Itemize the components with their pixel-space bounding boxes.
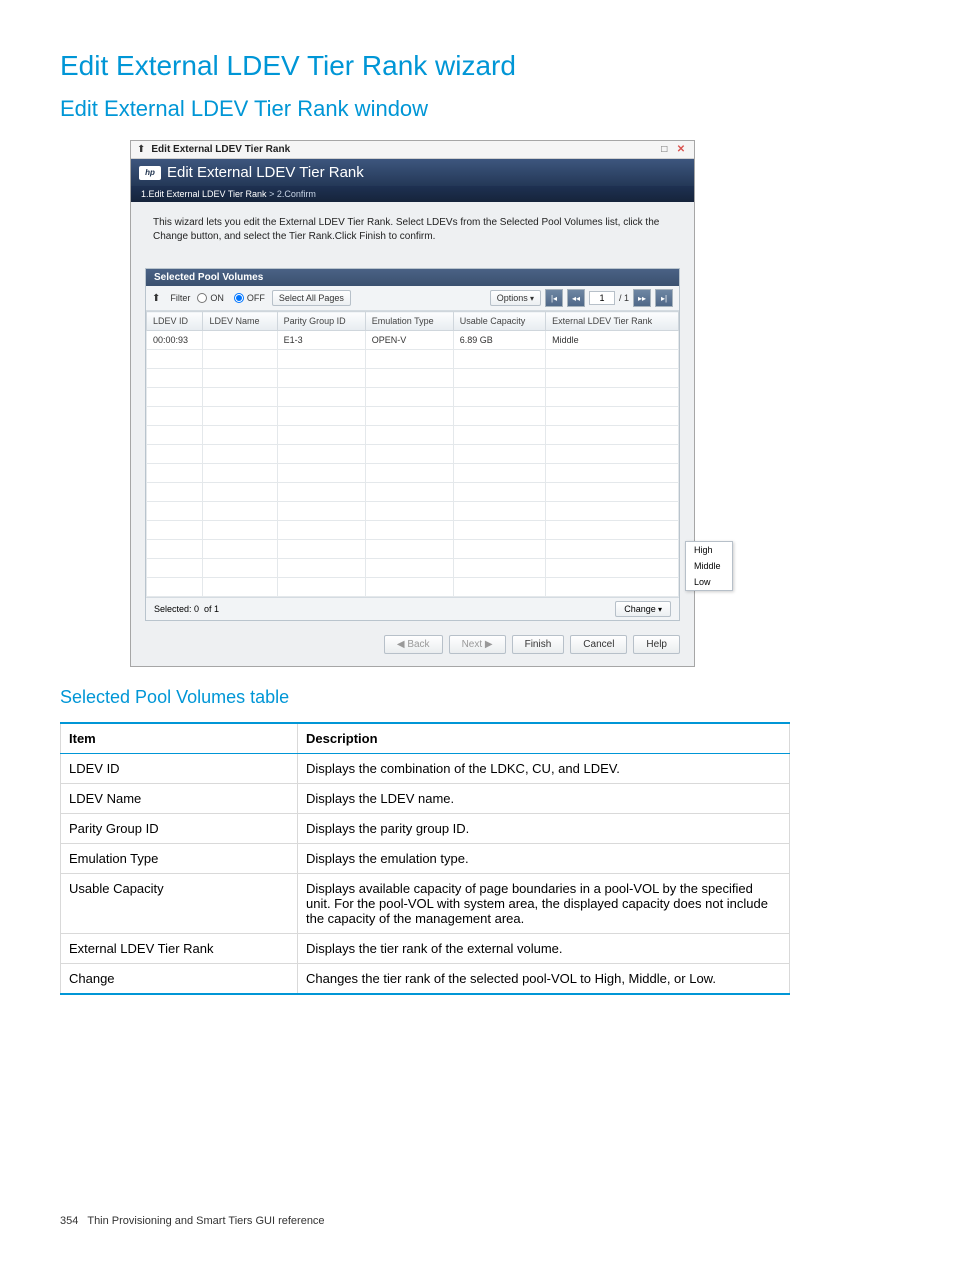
table-row <box>147 540 679 559</box>
cell-capacity: 6.89 GB <box>453 331 545 350</box>
page-footer: 354 Thin Provisioning and Smart Tiers GU… <box>60 1215 894 1227</box>
table-row <box>147 445 679 464</box>
next-button[interactable]: Next ▶ <box>449 635 506 654</box>
page-title-h2: Edit External LDEV Tier Rank window <box>60 96 894 122</box>
cell-pg-id: E1-3 <box>277 331 365 350</box>
page-first-icon[interactable]: |◂ <box>545 289 563 307</box>
desc-table-heading: Selected Pool Volumes table <box>60 687 894 708</box>
table-row[interactable]: 00:00:93 E1-3 OPEN-V 6.89 GB Middle <box>147 331 679 350</box>
col-ldev-id[interactable]: LDEV ID <box>147 312 203 331</box>
panel-title: Selected Pool Volumes <box>146 269 679 286</box>
table-row <box>147 426 679 445</box>
options-button[interactable]: Options <box>490 290 541 306</box>
page-prev-icon[interactable]: ◂◂ <box>567 289 585 307</box>
cell-emulation: OPEN-V <box>365 331 453 350</box>
step-active: 1.Edit External LDEV Tier Rank <box>141 189 267 199</box>
desc-col-description: Description <box>298 723 790 754</box>
table-row <box>147 521 679 540</box>
table-row: Emulation TypeDisplays the emulation typ… <box>61 844 790 874</box>
finish-button[interactable]: Finish <box>512 635 565 654</box>
page-title-h1: Edit External LDEV Tier Rank wizard <box>60 50 894 82</box>
col-tier-rank[interactable]: External LDEV Tier Rank <box>546 312 679 331</box>
selected-count: Selected: 0 <box>154 604 199 614</box>
panel-toolbar: ⬆ Filter ON OFF Select All Pages Options… <box>146 286 679 311</box>
change-menu-item-middle[interactable]: Middle <box>686 558 732 574</box>
wizard-window: ⬆ Edit External LDEV Tier Rank □ ✕ hp Ed… <box>130 140 695 667</box>
filter-off-radio[interactable]: OFF <box>234 293 265 303</box>
page-next-icon[interactable]: ▸▸ <box>633 289 651 307</box>
table-row: ChangeChanges the tier rank of the selec… <box>61 964 790 995</box>
selected-volumes-panel: Selected Pool Volumes ⬆ Filter ON OFF Se… <box>145 268 680 621</box>
table-row <box>147 559 679 578</box>
change-menu-item-high[interactable]: High <box>686 542 732 558</box>
wizard-header: hp Edit External LDEV Tier Rank <box>131 159 694 186</box>
cell-ldev-id: 00:00:93 <box>147 331 203 350</box>
selected-total: of 1 <box>204 604 219 614</box>
table-row <box>147 350 679 369</box>
table-row: Parity Group IDDisplays the parity group… <box>61 814 790 844</box>
table-row: Usable CapacityDisplays available capaci… <box>61 874 790 934</box>
table-row <box>147 502 679 521</box>
table-row <box>147 369 679 388</box>
hp-logo-icon: hp <box>139 166 161 180</box>
table-row: External LDEV Tier RankDisplays the tier… <box>61 934 790 964</box>
col-parity-group[interactable]: Parity Group ID <box>277 312 365 331</box>
change-button[interactable]: Change <box>615 601 671 617</box>
page-last-icon[interactable]: ▸| <box>655 289 673 307</box>
table-row: LDEV NameDisplays the LDEV name. <box>61 784 790 814</box>
cell-ldev-name <box>203 331 277 350</box>
table-row <box>147 388 679 407</box>
table-row <box>147 407 679 426</box>
wizard-description: This wizard lets you edit the External L… <box>131 202 694 258</box>
table-row <box>147 578 679 597</box>
step-next: 2.Confirm <box>277 189 316 199</box>
panel-footer: Selected: 0 of 1 Change <box>146 597 679 620</box>
volumes-table: LDEV ID LDEV Name Parity Group ID Emulat… <box>146 311 679 597</box>
page-total: / 1 <box>619 293 629 303</box>
step-separator: > <box>269 189 274 199</box>
close-icon[interactable]: ✕ <box>674 144 688 155</box>
page-number: 354 <box>60 1215 78 1227</box>
help-button[interactable]: Help <box>633 635 680 654</box>
filter-on-radio[interactable]: ON <box>197 293 224 303</box>
col-ldev-name[interactable]: LDEV Name <box>203 312 277 331</box>
wizard-header-title: Edit External LDEV Tier Rank <box>167 164 364 181</box>
window-title: Edit External LDEV Tier Rank <box>151 144 657 155</box>
cancel-button[interactable]: Cancel <box>570 635 627 654</box>
wizard-footer: ◀ Back Next ▶ Finish Cancel Help <box>131 625 694 666</box>
filter-label: Filter <box>170 293 190 303</box>
table-row: LDEV IDDisplays the combination of the L… <box>61 754 790 784</box>
table-row <box>147 464 679 483</box>
change-menu-item-low[interactable]: Low <box>686 574 732 590</box>
filter-collapse-icon[interactable]: ⬆ <box>152 293 160 304</box>
back-button[interactable]: ◀ Back <box>384 635 443 654</box>
col-usable-cap[interactable]: Usable Capacity <box>453 312 545 331</box>
col-emulation[interactable]: Emulation Type <box>365 312 453 331</box>
table-row <box>147 483 679 502</box>
maximize-icon[interactable]: □ <box>657 144 671 155</box>
description-table: Item Description LDEV IDDisplays the com… <box>60 722 790 995</box>
cell-tier-rank: Middle <box>546 331 679 350</box>
desc-col-item: Item <box>61 723 298 754</box>
window-titlebar: ⬆ Edit External LDEV Tier Rank □ ✕ <box>131 141 694 159</box>
wizard-steps: 1.Edit External LDEV Tier Rank > 2.Confi… <box>131 186 694 202</box>
page-number-input[interactable] <box>589 291 615 305</box>
collapse-icon[interactable]: ⬆ <box>137 144 145 155</box>
select-all-pages-button[interactable]: Select All Pages <box>272 290 351 306</box>
section-name: Thin Provisioning and Smart Tiers GUI re… <box>87 1215 324 1227</box>
change-menu: High Middle Low <box>685 541 733 591</box>
